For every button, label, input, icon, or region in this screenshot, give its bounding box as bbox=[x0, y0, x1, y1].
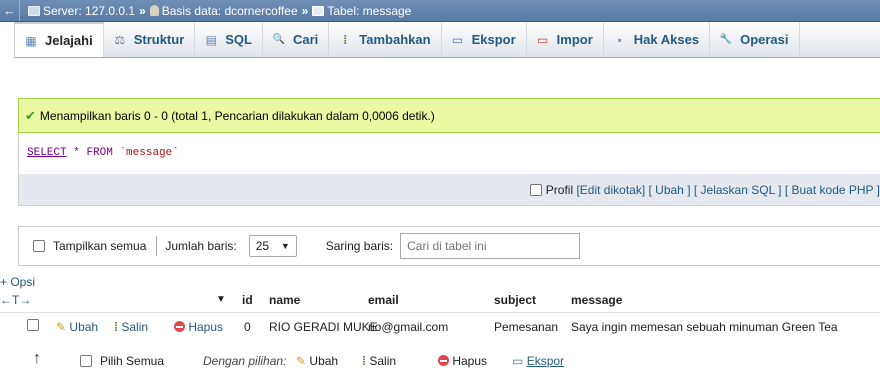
table-row: ✎ Ubah ⁞ Salin Hapus 0 RIO GERADI MUKE r… bbox=[0, 312, 880, 339]
browse-icon: ▦ bbox=[25, 33, 37, 48]
export-icon: ▭ bbox=[512, 354, 524, 368]
tab-browse[interactable]: ▦ Jelajahi bbox=[15, 22, 104, 57]
sql-query: SELECT * FROM `message` bbox=[18, 133, 880, 174]
result-summary: Menampilkan baris 0 - 0 (total 1, Pencar… bbox=[39, 108, 435, 123]
breadcrumb-table[interactable]: Tabel: message bbox=[312, 4, 411, 18]
column-header-subject[interactable]: subject bbox=[494, 293, 536, 307]
cell-name[interactable]: RIO GERADI MUKE bbox=[269, 320, 378, 334]
show-all-label: Tampilkan semua bbox=[53, 239, 147, 253]
breadcrumb: ← Server: 127.0.0.1 » Basis data: dcorne… bbox=[0, 0, 880, 22]
breadcrumb-separator: » bbox=[301, 3, 309, 18]
divider bbox=[156, 236, 158, 256]
wrench-icon: 🔧 bbox=[719, 33, 733, 45]
delete-icon bbox=[438, 355, 449, 366]
column-arrows-icon[interactable]: ←T→ bbox=[0, 293, 31, 307]
sql-keyword-from: FROM bbox=[86, 147, 113, 159]
bulk-delete-button[interactable]: Hapus bbox=[438, 354, 487, 368]
column-header-email[interactable]: email bbox=[368, 293, 399, 307]
profile-label: Profil bbox=[545, 182, 574, 197]
column-header-name[interactable]: name bbox=[269, 293, 300, 307]
checkmark-icon: ✔ bbox=[25, 107, 36, 123]
filter-label: Saring baris: bbox=[325, 239, 394, 253]
sql-table-name: `message` bbox=[119, 147, 179, 159]
select-all-label[interactable]: Pilih Semua bbox=[100, 354, 164, 368]
import-icon: ▭ bbox=[536, 32, 549, 47]
privileges-icon: ▪ bbox=[617, 32, 622, 47]
navigation-bar: Tampilkan semua Jumlah baris: 25 ▼ Saring… bbox=[18, 226, 880, 266]
insert-icon: ⁞ bbox=[343, 32, 348, 47]
row-edit-link[interactable]: ✎ Ubah bbox=[56, 320, 98, 334]
sql-star: * bbox=[73, 147, 80, 159]
cell-id[interactable]: 0 bbox=[244, 320, 251, 334]
bulk-edit-button[interactable]: ✎ Ubah bbox=[296, 354, 338, 368]
show-all-checkbox[interactable] bbox=[33, 240, 45, 252]
edit-inline-link[interactable]: [Edit dikotak] bbox=[576, 183, 645, 197]
pencil-icon: ✎ bbox=[296, 354, 307, 368]
back-arrow-icon[interactable]: ← bbox=[0, 0, 20, 21]
tab-sql[interactable]: ▤ SQL bbox=[195, 22, 263, 57]
copy-icon: ⁞ bbox=[362, 354, 366, 368]
create-php-code-link[interactable]: [ Buat kode PHP ] bbox=[785, 183, 880, 197]
rows-per-page-select[interactable]: 25 ▼ bbox=[248, 235, 297, 257]
tab-search[interactable]: 🔍 Cari bbox=[263, 22, 330, 57]
cell-subject[interactable]: Pemesanan bbox=[494, 320, 558, 334]
database-icon bbox=[149, 5, 159, 16]
structure-icon: ⚖ bbox=[114, 32, 126, 47]
export-icon: ▭ bbox=[451, 32, 464, 47]
tab-bar: ▦ Jelajahi ⚖ Struktur ▤ SQL 🔍 Cari ⁞ Tambahka… bbox=[14, 22, 880, 58]
sql-icon: ▤ bbox=[205, 32, 217, 47]
with-selected-label: Dengan pilihan: bbox=[203, 354, 287, 368]
sql-keyword-select[interactable]: SELECT bbox=[27, 147, 67, 159]
delete-icon bbox=[174, 321, 185, 332]
cell-message[interactable]: Saya ingin memesan sebuah minuman Green … bbox=[571, 320, 838, 334]
rows-label: Jumlah baris: bbox=[165, 239, 237, 253]
edit-sql-link[interactable]: [ Ubah ] bbox=[649, 183, 691, 197]
tab-privileges[interactable]: ▪ Hak Akses bbox=[604, 22, 711, 57]
breadcrumb-database[interactable]: Basis data: dcornercoffee bbox=[149, 4, 298, 18]
copy-icon: ⁞ bbox=[114, 320, 118, 334]
table-header: ←T→ ▼ id name email subject message bbox=[0, 288, 880, 312]
tab-operations[interactable]: 🔧 Operasi bbox=[710, 22, 800, 57]
table-icon bbox=[312, 5, 325, 16]
column-header-message[interactable]: message bbox=[571, 293, 622, 307]
profile-checkbox[interactable] bbox=[530, 183, 543, 196]
sort-arrow-icon[interactable]: ▼ bbox=[216, 294, 226, 305]
server-icon bbox=[28, 5, 40, 16]
sql-actions-bar: Profil [Edit dikotak] [ Ubah ] [ Jelaska… bbox=[18, 174, 880, 206]
bulk-copy-button[interactable]: ⁞ Salin bbox=[362, 354, 396, 368]
tab-import[interactable]: ▭ Impor bbox=[527, 22, 604, 57]
cell-email[interactable]: rio@gmail.com bbox=[368, 320, 448, 334]
arrow-up-icon: ↑ bbox=[33, 350, 41, 367]
row-copy-link[interactable]: ⁞ Salin bbox=[114, 320, 148, 334]
success-message: ✔ Menampilkan baris 0 - 0 (total 1, Penc… bbox=[18, 98, 880, 133]
row-checkbox[interactable] bbox=[27, 319, 39, 331]
bulk-actions-bar: ↑ Pilih Semua Dengan pilihan: ✎ Ubah ⁞ S… bbox=[0, 349, 880, 373]
breadcrumb-separator: » bbox=[139, 3, 146, 18]
options-link[interactable]: + Opsi bbox=[0, 275, 35, 289]
tab-insert[interactable]: ⁞ Tambahkan bbox=[329, 22, 442, 57]
pencil-icon: ✎ bbox=[56, 320, 67, 334]
bulk-export-button[interactable]: ▭ Ekspor bbox=[512, 354, 564, 368]
row-delete-link[interactable]: Hapus bbox=[174, 320, 223, 334]
search-icon: 🔍 bbox=[272, 33, 286, 45]
chevron-down-icon: ▼ bbox=[280, 241, 290, 251]
column-header-id[interactable]: id bbox=[242, 293, 253, 307]
explain-sql-link[interactable]: [ Jelaskan SQL ] bbox=[694, 183, 782, 197]
select-all-checkbox[interactable] bbox=[80, 355, 92, 367]
breadcrumb-server[interactable]: Server: 127.0.0.1 bbox=[28, 4, 135, 18]
filter-rows-input[interactable]: Cari di tabel ini bbox=[400, 233, 581, 259]
tab-structure[interactable]: ⚖ Struktur bbox=[104, 22, 196, 57]
tab-export[interactable]: ▭ Ekspor bbox=[442, 22, 527, 57]
